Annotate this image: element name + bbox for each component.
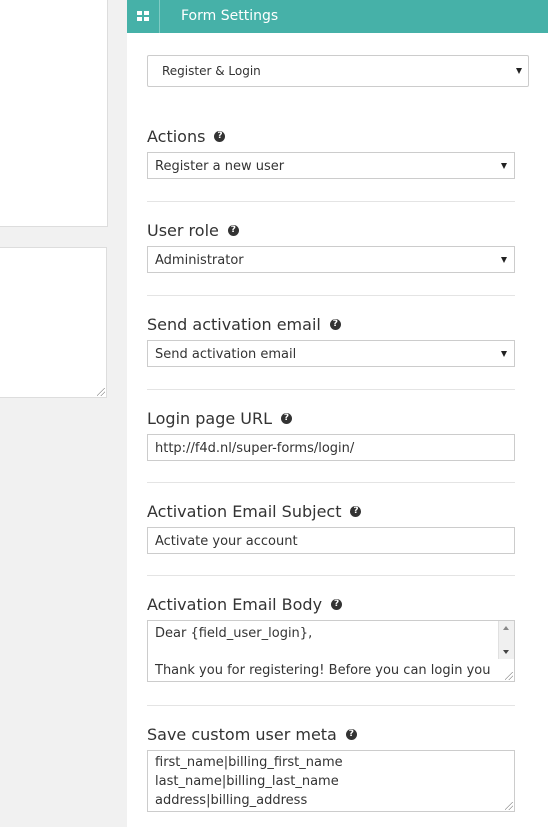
user-role-select[interactable]: Administrator xyxy=(147,246,515,273)
help-icon[interactable]: ? xyxy=(281,413,293,424)
email-subject-label: Activation Email Subject ? xyxy=(147,502,362,521)
login-url-label-text: Login page URL xyxy=(147,409,273,428)
send-activation-value: Send activation email xyxy=(155,347,297,362)
form-settings-panel: Form Settings Register & Login Actions ?… xyxy=(127,0,548,827)
help-icon[interactable]: ? xyxy=(227,225,239,236)
user-role-label: User role ? xyxy=(147,221,239,240)
dropdown-arrow-icon xyxy=(516,68,522,74)
dropdown-arrow-icon xyxy=(501,257,507,263)
settings-header: Form Settings xyxy=(127,0,548,33)
send-activation-select[interactable]: Send activation email xyxy=(147,340,515,367)
help-icon[interactable]: ? xyxy=(345,729,357,740)
canvas-panel xyxy=(0,0,108,227)
divider xyxy=(147,482,515,483)
resize-handle-icon[interactable] xyxy=(97,388,105,396)
resize-handle-icon[interactable] xyxy=(505,672,513,680)
user-meta-textarea[interactable]: first_name|billing_first_name last_name|… xyxy=(147,750,515,812)
send-activation-label-text: Send activation email xyxy=(147,315,321,334)
user-role-value: Administrator xyxy=(155,253,244,268)
help-icon[interactable]: ? xyxy=(329,319,341,330)
divider xyxy=(147,705,515,706)
help-icon[interactable]: ? xyxy=(214,131,226,142)
login-url-input[interactable]: http://f4d.nl/super-forms/login/ xyxy=(147,434,515,461)
email-body-label-text: Activation Email Body xyxy=(147,595,323,614)
email-subject-label-text: Activation Email Subject xyxy=(147,502,342,521)
textarea-line: first_name|billing_first_name xyxy=(155,755,343,770)
actions-label-text: Actions xyxy=(147,127,206,146)
email-body-label: Activation Email Body ? xyxy=(147,595,343,614)
help-icon[interactable]: ? xyxy=(350,506,362,517)
help-icon[interactable]: ? xyxy=(331,599,343,610)
form-type-select[interactable]: Register & Login xyxy=(147,55,529,87)
email-body-textarea[interactable]: Dear {field_user_login}, Thank you for r… xyxy=(147,620,515,682)
actions-value: Register a new user xyxy=(155,159,285,174)
textarea-line: address|billing_address xyxy=(155,793,308,808)
toggle-panel-button[interactable] xyxy=(127,0,160,33)
panel-title: Form Settings xyxy=(181,8,279,24)
form-type-value: Register & Login xyxy=(162,64,261,78)
scrollbar[interactable] xyxy=(498,621,514,659)
textarea-line: Dear {field_user_login}, xyxy=(155,626,313,641)
user-meta-label-text: Save custom user meta xyxy=(147,725,337,744)
user-meta-label: Save custom user meta ? xyxy=(147,725,357,744)
actions-select[interactable]: Register a new user xyxy=(147,152,515,179)
user-role-label-text: User role xyxy=(147,221,219,240)
divider xyxy=(147,575,515,576)
textarea-line: last_name|billing_last_name xyxy=(155,774,339,789)
email-subject-input[interactable]: Activate your account xyxy=(147,527,515,554)
login-url-value: http://f4d.nl/super-forms/login/ xyxy=(155,441,355,456)
actions-label: Actions ? xyxy=(147,127,226,146)
dropdown-arrow-icon xyxy=(501,351,507,357)
scroll-up-icon[interactable] xyxy=(503,626,509,630)
divider xyxy=(147,201,515,202)
resize-handle-icon[interactable] xyxy=(505,802,513,810)
send-activation-label: Send activation email ? xyxy=(147,315,341,334)
email-subject-value: Activate your account xyxy=(155,534,298,549)
canvas-textarea[interactable] xyxy=(0,247,107,398)
dropdown-arrow-icon xyxy=(501,163,507,169)
grid-icon xyxy=(137,11,149,22)
login-url-label: Login page URL ? xyxy=(147,409,293,428)
scroll-down-icon[interactable] xyxy=(503,650,509,654)
divider xyxy=(147,295,515,296)
textarea-line: Thank you for registering! Before you ca… xyxy=(155,663,491,678)
divider xyxy=(147,389,515,390)
